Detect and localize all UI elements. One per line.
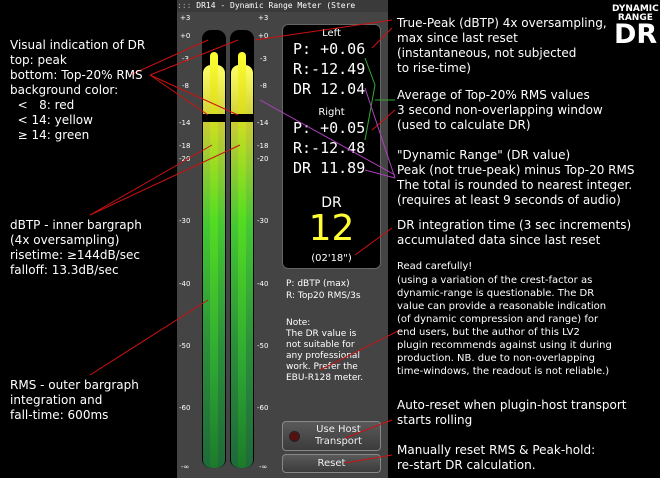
pointer-line: [364, 169, 396, 179]
pointer-line: [149, 74, 209, 116]
annotation-true-peak: True-Peak (dBTP) 4x oversampling, max si…: [397, 16, 607, 75]
pointer-line: [364, 87, 396, 179]
pointer-line: [149, 74, 239, 116]
pointer-line: [259, 99, 396, 176]
pointer-line: [354, 227, 393, 256]
pointer-line: [344, 454, 393, 464]
pointer-line: [89, 299, 209, 376]
annotation-integration-time: DR integration time (3 sec increments) a…: [397, 218, 632, 247]
pointer-line: [89, 144, 241, 216]
pointer-line: [364, 57, 376, 141]
annotation-auto-reset: Auto-reset when plugin-host transport st…: [397, 398, 627, 427]
annotation-rms: RMS - outer bargraph integration and fal…: [10, 378, 139, 422]
pointer-line: [344, 419, 393, 439]
annotation-dynamic-range: "Dynamic Range" (DR value) Peak (not tru…: [397, 148, 635, 207]
pointer-line: [89, 144, 213, 216]
annotation-visual-indication: Visual indication of DR top: peak bottom…: [10, 38, 146, 142]
pointer-line: [254, 19, 393, 41]
annotation-read-carefully-body: (using a variation of the crest-factor a…: [397, 275, 612, 377]
annotation-read-carefully-title: Read carefully!: [397, 261, 473, 272]
pointer-line: [149, 39, 239, 76]
pointer-line: [371, 27, 393, 49]
pointer-line: [319, 329, 401, 371]
annotation-average-rms: Average of Top-20% RMS values 3 second n…: [397, 88, 603, 132]
annotation-dbtp: dBTP - inner bargraph (4x oversampling) …: [10, 218, 142, 277]
dr-logo: DR: [614, 19, 658, 50]
annotation-manual-reset: Manually reset RMS & Peak-hold: re-start…: [397, 443, 596, 472]
